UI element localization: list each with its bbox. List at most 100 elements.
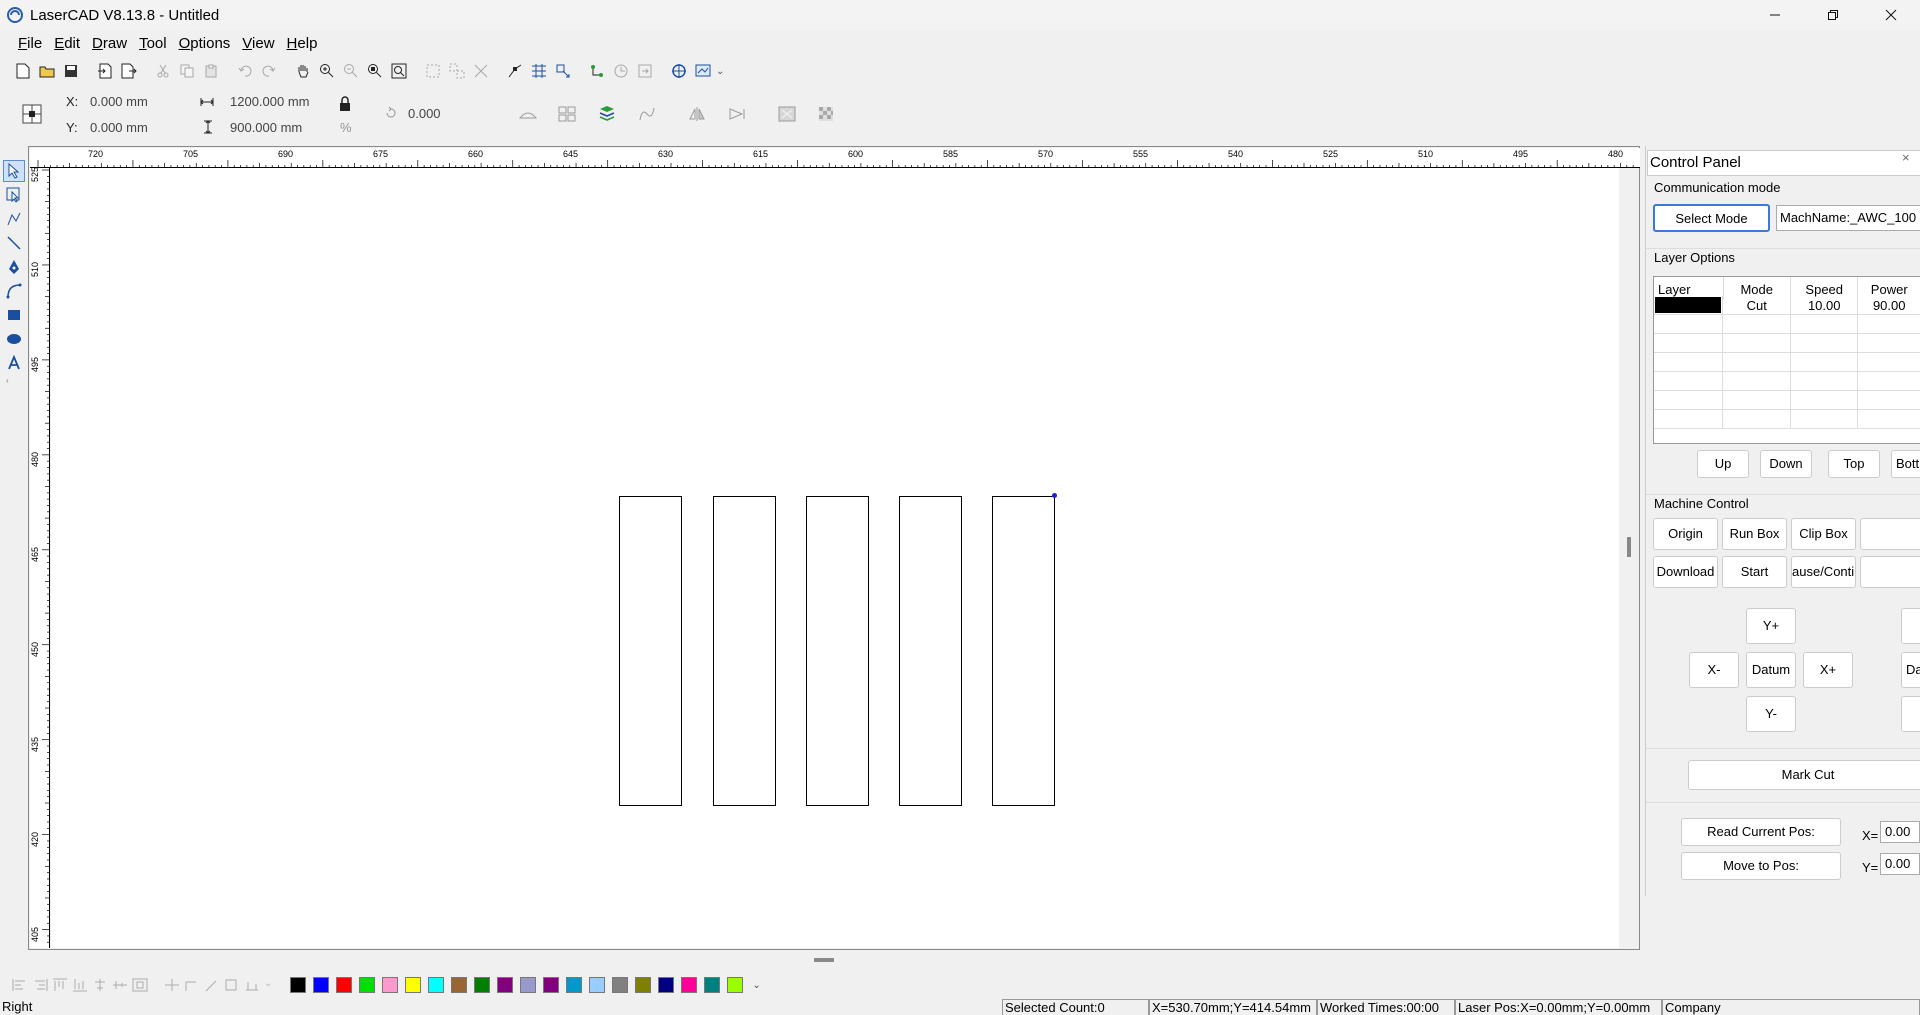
ungroup-button[interactable] [446, 60, 468, 82]
control-panel-close-icon[interactable]: × [1902, 150, 1910, 165]
palette-swatch[interactable] [336, 977, 353, 993]
palette-swatch[interactable] [658, 977, 675, 993]
undo-button[interactable] [234, 60, 256, 82]
hidden-stop-button[interactable] [1860, 556, 1920, 588]
smooth-button[interactable] [638, 106, 656, 125]
new-file-button[interactable] [12, 60, 34, 82]
combine-button[interactable] [470, 60, 492, 82]
paste-button[interactable] [200, 60, 222, 82]
select-tool[interactable] [3, 160, 25, 182]
path-direction-button[interactable] [634, 60, 656, 82]
zoom-window-button[interactable] [364, 60, 386, 82]
palette-swatch[interactable] [313, 977, 330, 993]
align-hcenter-icon[interactable] [112, 978, 128, 992]
jog-z-minus-button[interactable] [1901, 696, 1920, 732]
toolbox-overflow-icon[interactable]: ‹ [6, 376, 28, 385]
machine-name-field[interactable]: MachName:_AWC_100 [1776, 205, 1920, 231]
start-button[interactable]: Start [1722, 556, 1787, 588]
palette-swatch[interactable] [290, 977, 307, 993]
same-height-icon[interactable] [204, 978, 220, 992]
jog-z-plus-button[interactable] [1901, 608, 1920, 644]
layer-up-button[interactable]: Up [1697, 450, 1749, 478]
weld-button[interactable] [518, 106, 538, 125]
layer-manage-button[interactable] [598, 104, 616, 125]
jog-y-minus-button[interactable]: Y- [1746, 696, 1796, 732]
pan-button[interactable] [292, 60, 314, 82]
palette-swatch[interactable] [359, 977, 376, 993]
read-current-pos-button[interactable]: Read Current Pos: [1681, 818, 1841, 846]
menu-help[interactable]: Help [281, 35, 324, 52]
minimize-button[interactable] [1746, 0, 1804, 30]
pen-tool[interactable] [3, 256, 25, 278]
y-coordinate-field[interactable]: 0.00 [1880, 853, 1920, 875]
lock-ratio-button[interactable] [338, 96, 352, 115]
jog-y-plus-button[interactable]: Y+ [1746, 608, 1796, 644]
x-position-field[interactable]: 0.000 mm [84, 92, 194, 112]
zoom-in-button[interactable] [316, 60, 338, 82]
layer-speed-cell[interactable]: 10.00 [1790, 296, 1859, 315]
fill-pattern-button[interactable] [818, 106, 834, 125]
menu-view[interactable]: View [236, 35, 280, 52]
curve-tool[interactable] [3, 280, 25, 302]
hidden-control-button[interactable] [1860, 518, 1920, 550]
drawn-rectangle[interactable] [992, 496, 1055, 806]
jog-z-datum-button[interactable]: Da [1901, 652, 1920, 688]
mirror-horizontal-button[interactable] [688, 106, 706, 125]
move-to-pos-button[interactable]: Move to Pos: [1681, 852, 1841, 880]
palette-swatch[interactable] [497, 977, 514, 993]
x-coordinate-field[interactable]: 0.00 [1880, 821, 1920, 843]
layer-down-button[interactable]: Down [1760, 450, 1812, 478]
height-field[interactable]: 900.000 mm [224, 118, 344, 138]
palette-swatch[interactable] [589, 977, 606, 993]
text-tool[interactable] [3, 352, 25, 374]
download-button[interactable]: Download [1653, 556, 1718, 588]
palette-overflow-icon[interactable]: ⌄ [752, 980, 760, 991]
mark-cut-button[interactable]: Mark Cut [1688, 760, 1920, 790]
palette-swatch[interactable] [474, 977, 491, 993]
palette-swatch[interactable] [681, 977, 698, 993]
node-edit-button[interactable] [504, 60, 526, 82]
line-tool[interactable] [3, 232, 25, 254]
horizontal-scroll-thumb[interactable] [814, 958, 834, 962]
drawn-rectangle[interactable] [806, 496, 869, 806]
clip-box-button[interactable]: Clip Box [1791, 518, 1856, 550]
copy-button[interactable] [176, 60, 198, 82]
menu-draw[interactable]: Draw [86, 35, 133, 52]
palette-swatch[interactable] [382, 977, 399, 993]
equal-spacing-icon[interactable] [164, 978, 180, 992]
layer-top-button[interactable]: Top [1828, 450, 1880, 478]
layer-row[interactable]: Cut 10.00 90.00 [1654, 296, 1920, 315]
palette-swatch[interactable] [566, 977, 583, 993]
align-vcenter-icon[interactable] [92, 978, 108, 992]
same-size-icon[interactable] [224, 978, 240, 992]
drawing-canvas[interactable] [51, 168, 1619, 948]
jog-x-minus-button[interactable]: X- [1689, 652, 1739, 688]
same-width-icon[interactable] [184, 978, 200, 992]
align-bottom-icon[interactable] [72, 978, 88, 992]
jog-x-plus-button[interactable]: X+ [1803, 652, 1853, 688]
align-center-button[interactable] [778, 106, 796, 125]
select-mode-button[interactable]: Select Mode [1653, 204, 1770, 232]
layer-mode-cell[interactable]: Cut [1723, 296, 1791, 315]
run-box-button[interactable]: Run Box [1722, 518, 1787, 550]
align-page-center-icon[interactable] [132, 978, 148, 992]
rotation-field[interactable]: 0.000 [402, 104, 494, 124]
palette-swatch[interactable] [727, 977, 744, 993]
machine-options-button[interactable] [668, 60, 690, 82]
vertical-scroll-thumb[interactable] [1627, 537, 1631, 557]
drawn-rectangle[interactable] [899, 496, 962, 806]
ellipse-tool[interactable] [3, 328, 25, 350]
restore-button[interactable] [1804, 0, 1862, 30]
drawn-rectangle[interactable] [619, 496, 682, 806]
palette-swatch[interactable] [451, 977, 468, 993]
import-button[interactable] [94, 60, 116, 82]
redo-button[interactable] [258, 60, 280, 82]
layer-color-cell[interactable] [1654, 296, 1724, 315]
width-field[interactable]: 1200.000 mm [224, 92, 344, 112]
path-start-button[interactable] [610, 60, 632, 82]
align-left-icon[interactable] [12, 978, 28, 992]
anchor-point-button[interactable] [22, 104, 42, 127]
preview-button[interactable] [692, 60, 714, 82]
distribute-button[interactable] [558, 106, 576, 125]
palette-swatch[interactable] [543, 977, 560, 993]
